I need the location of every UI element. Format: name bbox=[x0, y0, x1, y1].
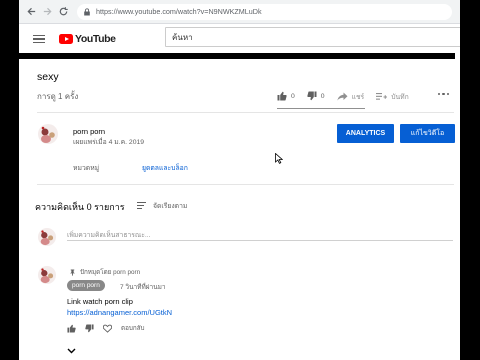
like-button[interactable]: 0 bbox=[277, 91, 295, 101]
mouse-cursor-icon bbox=[275, 151, 284, 169]
url-text: https://www.youtube.com/watch?v=N9NWKZML… bbox=[96, 7, 262, 16]
youtube-logo[interactable]: YouTube bbox=[59, 33, 116, 45]
divider bbox=[37, 184, 454, 185]
channel-avatar[interactable] bbox=[38, 124, 58, 144]
video-actions: 0 0 แชร์ บันทึก bbox=[277, 89, 421, 103]
dislike-button[interactable]: 0 bbox=[307, 91, 325, 101]
youtube-play-icon bbox=[59, 34, 73, 44]
chevron-down-icon[interactable] bbox=[67, 341, 76, 359]
heart-icon bbox=[103, 324, 112, 333]
analytics-button[interactable]: ANALYTICS bbox=[337, 124, 394, 143]
dislike-count: 0 bbox=[320, 92, 325, 100]
pinned-indicator: ปักหมุดโดย porn porn bbox=[69, 267, 140, 277]
sort-label: จัดเรียงตาม bbox=[153, 203, 188, 210]
like-count: 0 bbox=[291, 92, 295, 100]
more-actions-icon[interactable] bbox=[438, 93, 450, 96]
youtube-logo-text: YouTube bbox=[75, 33, 116, 45]
comment-text: Link watch porn clip bbox=[67, 297, 133, 306]
thumbs-up-icon bbox=[67, 324, 76, 333]
category-label: หมวดหมู่ bbox=[73, 165, 100, 172]
publish-date: เผยแพร่เมื่อ 4 ม.ค. 2019 bbox=[73, 139, 145, 146]
user-avatar bbox=[38, 228, 56, 246]
comment-dislike-button[interactable] bbox=[85, 323, 94, 333]
back-arrow-icon[interactable] bbox=[23, 4, 39, 20]
like-bar bbox=[277, 108, 365, 109]
comment-author-chip[interactable]: porn porn bbox=[67, 280, 105, 291]
forward-arrow-icon[interactable] bbox=[39, 4, 55, 20]
comment-time[interactable]: 7 วินาทีที่ผ่านมา bbox=[120, 282, 166, 292]
video-title: sexy bbox=[37, 71, 59, 83]
pinned-label: ปักหมุดโดย porn porn bbox=[80, 269, 141, 276]
address-bar[interactable]: https://www.youtube.com/watch?v=N9NWKZML… bbox=[77, 3, 452, 20]
reply-button[interactable]: ตอบกลับ bbox=[121, 323, 145, 333]
share-button[interactable]: แชร์ bbox=[336, 91, 365, 102]
save-button[interactable]: บันทึก bbox=[376, 91, 409, 102]
sort-button[interactable]: จัดเรียงตาม bbox=[137, 200, 187, 211]
thumbs-down-icon bbox=[307, 91, 317, 101]
channel-name[interactable]: porn porn bbox=[73, 127, 105, 136]
share-icon bbox=[336, 92, 348, 101]
menu-icon[interactable] bbox=[33, 34, 45, 44]
share-label: แชร์ bbox=[351, 93, 365, 101]
comment-author-avatar[interactable] bbox=[38, 266, 56, 284]
comment-actions: ตอบกลับ bbox=[67, 323, 145, 333]
pin-icon bbox=[70, 268, 75, 276]
sort-icon bbox=[137, 202, 146, 209]
add-comment-input[interactable]: เพิ่มความคิดเห็นสาธารณะ... bbox=[67, 229, 151, 240]
add-to-playlist-icon bbox=[376, 92, 388, 100]
search-input[interactable]: ค้นหา bbox=[165, 27, 460, 47]
category-link[interactable]: ยูดตลและบล็อก bbox=[142, 162, 188, 173]
add-comment-underline bbox=[67, 240, 453, 241]
heart-button[interactable] bbox=[103, 324, 112, 333]
comments-count: ความคิดเห็น 0 รายการ bbox=[35, 202, 125, 212]
reload-icon[interactable] bbox=[55, 4, 71, 20]
comment-link[interactable]: https://adnangamer.com/UGtkN bbox=[67, 308, 172, 317]
comment-like-button[interactable] bbox=[67, 324, 76, 333]
thumbs-up-icon bbox=[277, 91, 287, 101]
video-player-bottom-edge bbox=[19, 53, 455, 59]
lock-icon bbox=[83, 7, 91, 16]
browser-toolbar: https://www.youtube.com/watch?v=N9NWKZML… bbox=[19, 0, 460, 24]
thumbs-down-icon bbox=[85, 323, 94, 332]
edit-video-button[interactable]: แก้ไขวิดีโอ bbox=[400, 124, 455, 143]
divider bbox=[37, 112, 454, 113]
save-label: บันทึก bbox=[391, 93, 409, 101]
view-count: การดู 1 ครั้ง bbox=[37, 92, 79, 101]
browser-window: https://www.youtube.com/watch?v=N9NWKZML… bbox=[19, 0, 460, 360]
